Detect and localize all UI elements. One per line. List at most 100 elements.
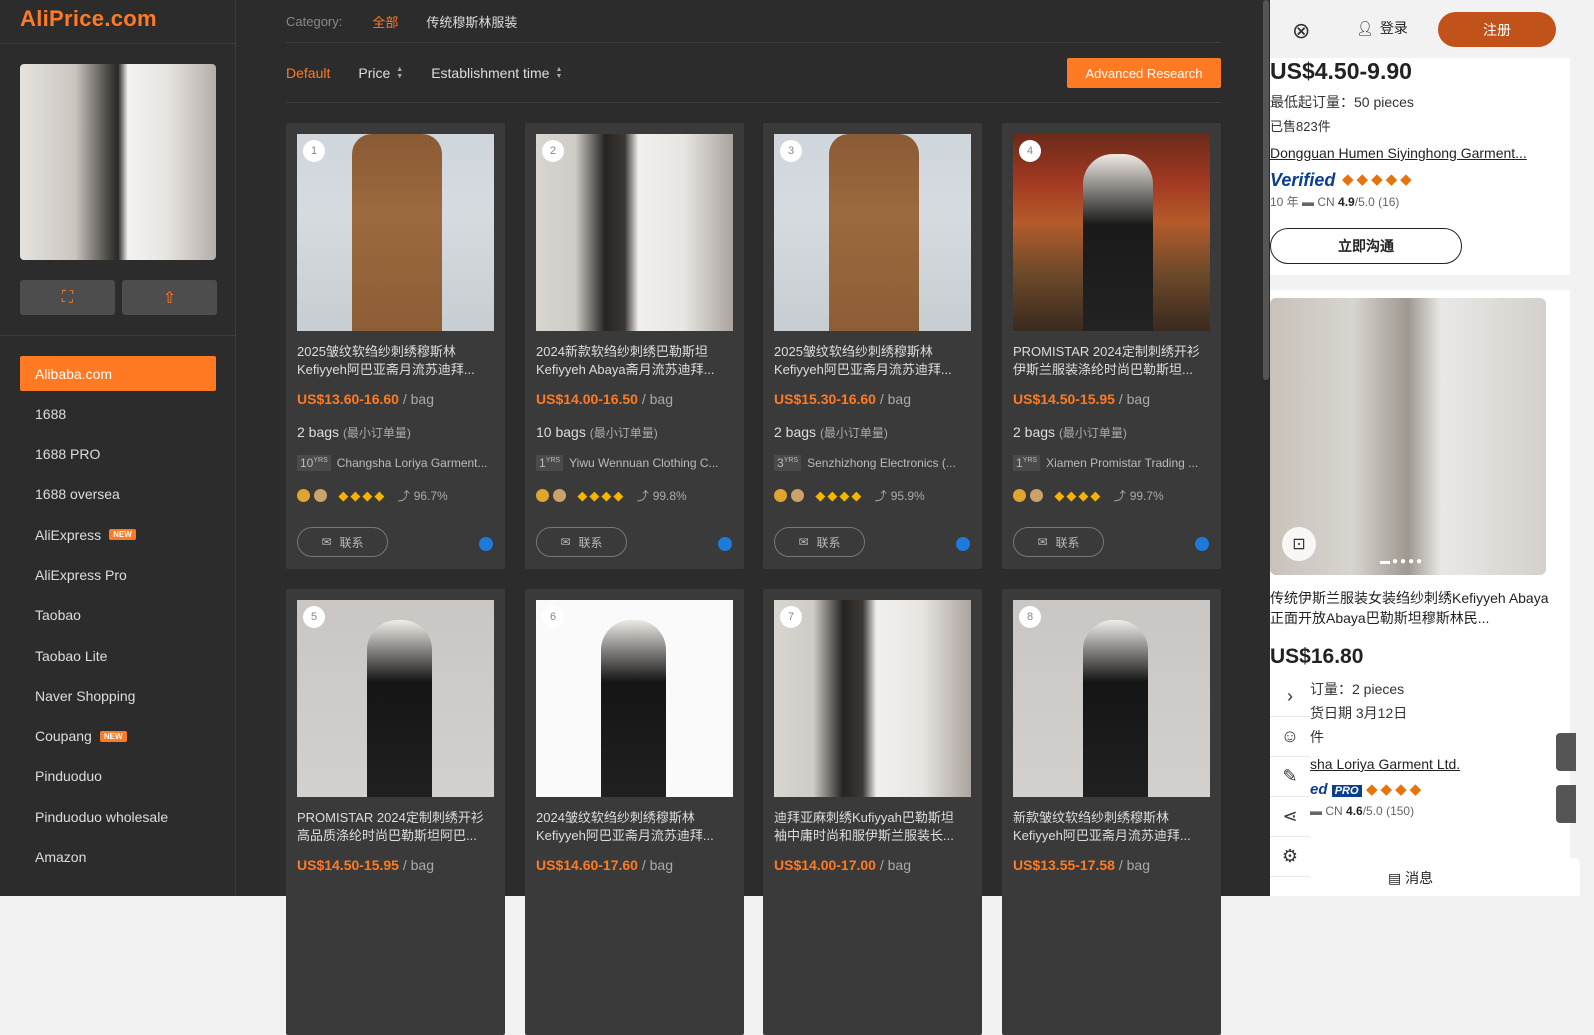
chat-dot-icon[interactable]: [956, 537, 970, 551]
price-value: US$15.30-16.60: [774, 391, 876, 407]
crop-button[interactable]: ⛶: [20, 280, 115, 315]
bg-product-title[interactable]: 传统伊斯兰服装女装绉纱刺绣Kefiyyeh Abaya正面开放Abaya巴勒斯坦…: [1270, 588, 1550, 628]
aliprice-logo[interactable]: AliPrice.com: [20, 6, 157, 32]
product-card[interactable]: 1 2025皱纹软绉纱刺绣穆斯林 Kefiyyeh阿巴亚斋月流苏迪拜... US$13…: [286, 123, 505, 569]
platform-item[interactable]: Naver Shopping: [20, 678, 216, 713]
platform-label: Pinduoduo wholesale: [35, 808, 169, 825]
edge-tab-1[interactable]: [1556, 733, 1576, 771]
product-title[interactable]: 2024皱纹软绉纱刺绣穆斯林 Kefiyyeh阿巴亚斋月流苏迪拜...: [536, 809, 735, 845]
supplier-name[interactable]: Yiwu Wennuan Clothing C...: [569, 456, 718, 470]
upload-button[interactable]: ⇧: [122, 280, 217, 315]
sort-establishment-time[interactable]: Establishment time ▲ ▼: [431, 65, 562, 81]
rank-number: 5: [303, 606, 325, 628]
share-icon[interactable]: ⋖: [1270, 797, 1310, 837]
product-card[interactable]: 5 PROMISTAR 2024定制刺绣开衫 高品质涤纶时尚巴勒斯坦阿巴... US$…: [286, 589, 505, 1035]
product-image[interactable]: 5: [297, 600, 494, 797]
cart-icon[interactable]: ⊗: [1292, 18, 1310, 44]
product-card[interactable]: 2 2024新款软绉纱刺绣巴勒斯坦 Kefiyyeh Abaya斋月流苏迪拜... U…: [525, 123, 744, 569]
diamond-icons: ◆◆◆◆: [338, 487, 387, 503]
product-image[interactable]: 4: [1013, 134, 1210, 331]
platform-item[interactable]: Pinduoduo wholesale: [20, 799, 216, 834]
contact-button[interactable]: ✉ 联系: [297, 527, 388, 557]
platform-label: Taobao Lite: [35, 647, 108, 664]
product-title-line: Kefiyyeh阿巴亚斋月流苏迪拜...: [774, 362, 952, 377]
supplier-name[interactable]: Xiamen Promistar Trading ...: [1046, 456, 1198, 470]
scrollbar[interactable]: [1262, 0, 1270, 896]
bg-supplier-link-2[interactable]: sha Loriya Garment Ltd.: [1310, 756, 1460, 772]
search-image-thumbnail: [20, 64, 216, 260]
response-rate: 96.7%: [413, 488, 448, 503]
product-card[interactable]: 6 2024皱纹软绉纱刺绣穆斯林 Kefiyyeh阿巴亚斋月流苏迪拜... US$14…: [525, 589, 744, 1035]
chevron-right-icon[interactable]: ›: [1270, 677, 1310, 717]
product-image[interactable]: 2: [536, 134, 733, 331]
advanced-research-button[interactable]: Advanced Research: [1067, 58, 1221, 88]
price-value: US$14.00-17.00: [774, 857, 876, 873]
product-image[interactable]: 1: [297, 134, 494, 331]
product-card[interactable]: 7 迪拜亚麻刺绣Kufiyyah巴勒斯坦 袖中庸时尚和服伊斯兰服装长... US$14…: [763, 589, 982, 1035]
product-title[interactable]: 2024新款软绉纱刺绣巴勒斯坦 Kefiyyeh Abaya斋月流苏迪拜...: [536, 343, 735, 379]
min-order: 10 bags (最小订单量): [536, 424, 658, 441]
product-card[interactable]: 8 新款皱纹软绉纱刺绣穆斯林 Kefiyyeh阿巴亚斋月流苏迪拜... US$13.5…: [1002, 589, 1221, 1035]
platform-item[interactable]: Alibaba.com: [20, 356, 216, 391]
supplier-name[interactable]: Changsha Loriya Garment...: [337, 456, 488, 470]
years-badge: 3YRS: [774, 455, 802, 471]
product-title[interactable]: PROMISTAR 2024定制刺绣开衫 伊斯兰服装涤纶时尚巴勒斯坦...: [1013, 343, 1212, 379]
chat-now-button[interactable]: 立即沟通: [1270, 228, 1462, 264]
contact-button[interactable]: ✉ 联系: [774, 527, 865, 557]
min-order: 2 bags (最小订单量): [1013, 424, 1127, 441]
product-image[interactable]: 7: [774, 600, 971, 797]
image-search-icon[interactable]: ⊡: [1282, 527, 1316, 561]
product-card[interactable]: 4 PROMISTAR 2024定制刺绣开衫 伊斯兰服装涤纶时尚巴勒斯坦... US$…: [1002, 123, 1221, 569]
platform-item[interactable]: Taobao: [20, 598, 216, 633]
moq-note: (最小订单量): [589, 426, 658, 440]
carousel-dots[interactable]: ▬●●●●: [1380, 556, 1424, 567]
product-image[interactable]: 6: [536, 600, 733, 797]
chat-dot-icon[interactable]: [479, 537, 493, 551]
bg-product-image[interactable]: ⊡ ▬●●●●: [1270, 298, 1546, 575]
contact-button[interactable]: ✉ 联系: [536, 527, 627, 557]
bg-supplier-link[interactable]: Dongguan Humen Siyinghong Garment...: [1270, 145, 1527, 161]
product-card[interactable]: 3 2025皱纹软绉纱刺绣穆斯林 Kefiyyeh阿巴亚斋月流苏迪拜... US$15…: [763, 123, 982, 569]
supplier-name[interactable]: Senzhizhong Electronics (...: [807, 456, 956, 470]
platform-item[interactable]: AliExpress NEW: [20, 517, 216, 552]
contact-button[interactable]: ✉ 联系: [1013, 527, 1104, 557]
edit-icon[interactable]: ✎: [1270, 757, 1310, 797]
product-image[interactable]: 3: [774, 134, 971, 331]
register-button[interactable]: 注册: [1438, 12, 1556, 47]
platform-item[interactable]: Amazon: [20, 840, 216, 875]
platform-item[interactable]: 1688 PRO: [20, 437, 216, 472]
product-title[interactable]: 新款皱纹软绉纱刺绣穆斯林 Kefiyyeh阿巴亚斋月流苏迪拜...: [1013, 809, 1212, 845]
edge-tab-2[interactable]: [1556, 785, 1576, 823]
chat-icon[interactable]: ☺: [1270, 717, 1310, 757]
supplier-row[interactable]: 1YRS Xiamen Promistar Trading ...: [1013, 455, 1212, 471]
login-link[interactable]: 👤︎ 登录: [1356, 18, 1408, 38]
platform-item[interactable]: 1688: [20, 396, 216, 431]
sort-price[interactable]: Price ▲ ▼: [358, 65, 403, 81]
platform-item[interactable]: 1688 oversea: [20, 477, 216, 512]
chat-dot-icon[interactable]: [718, 537, 732, 551]
settings-icon[interactable]: ⚙: [1270, 837, 1310, 877]
product-title[interactable]: 迪拜亚麻刺绣Kufiyyah巴勒斯坦 袖中庸时尚和服伊斯兰服装长...: [774, 809, 973, 845]
sort-default[interactable]: Default: [286, 65, 330, 81]
supplier-row[interactable]: 1YRS Yiwu Wennuan Clothing C...: [536, 455, 735, 471]
product-title[interactable]: 2025皱纹软绉纱刺绣穆斯林 Kefiyyeh阿巴亚斋月流苏迪拜...: [297, 343, 496, 379]
category-selected[interactable]: 传统穆斯林服装: [426, 12, 517, 31]
platform-label: 1688 oversea: [35, 486, 120, 503]
message-panel[interactable]: ▤ 消息: [1370, 858, 1580, 896]
product-image[interactable]: 8: [1013, 600, 1210, 797]
product-title-line: Kefiyyeh Abaya斋月流苏迪拜...: [536, 362, 715, 377]
chat-dot-icon[interactable]: [1195, 537, 1209, 551]
supplier-row[interactable]: 3YRS Senzhizhong Electronics (...: [774, 455, 973, 471]
scrollbar-thumb[interactable]: [1263, 0, 1269, 380]
platform-item[interactable]: Taobao Lite: [20, 638, 216, 673]
platform-item[interactable]: AliExpress Pro: [20, 557, 216, 592]
platform-item[interactable]: Pinduoduo: [20, 759, 216, 794]
supplier-row[interactable]: 10YRS Changsha Loriya Garment...: [297, 455, 496, 471]
platform-item[interactable]: Coupang NEW: [20, 719, 216, 754]
category-all[interactable]: 全部: [372, 12, 398, 31]
mail-icon: ✉: [321, 535, 332, 549]
product-title[interactable]: 2025皱纹软绉纱刺绣穆斯林 Kefiyyeh阿巴亚斋月流苏迪拜...: [774, 343, 973, 379]
platform-label: AliExpress Pro: [35, 566, 127, 583]
product-title[interactable]: PROMISTAR 2024定制刺绣开衫 高品质涤纶时尚巴勒斯坦阿巴...: [297, 809, 496, 845]
price-unit: / bag: [641, 391, 673, 407]
